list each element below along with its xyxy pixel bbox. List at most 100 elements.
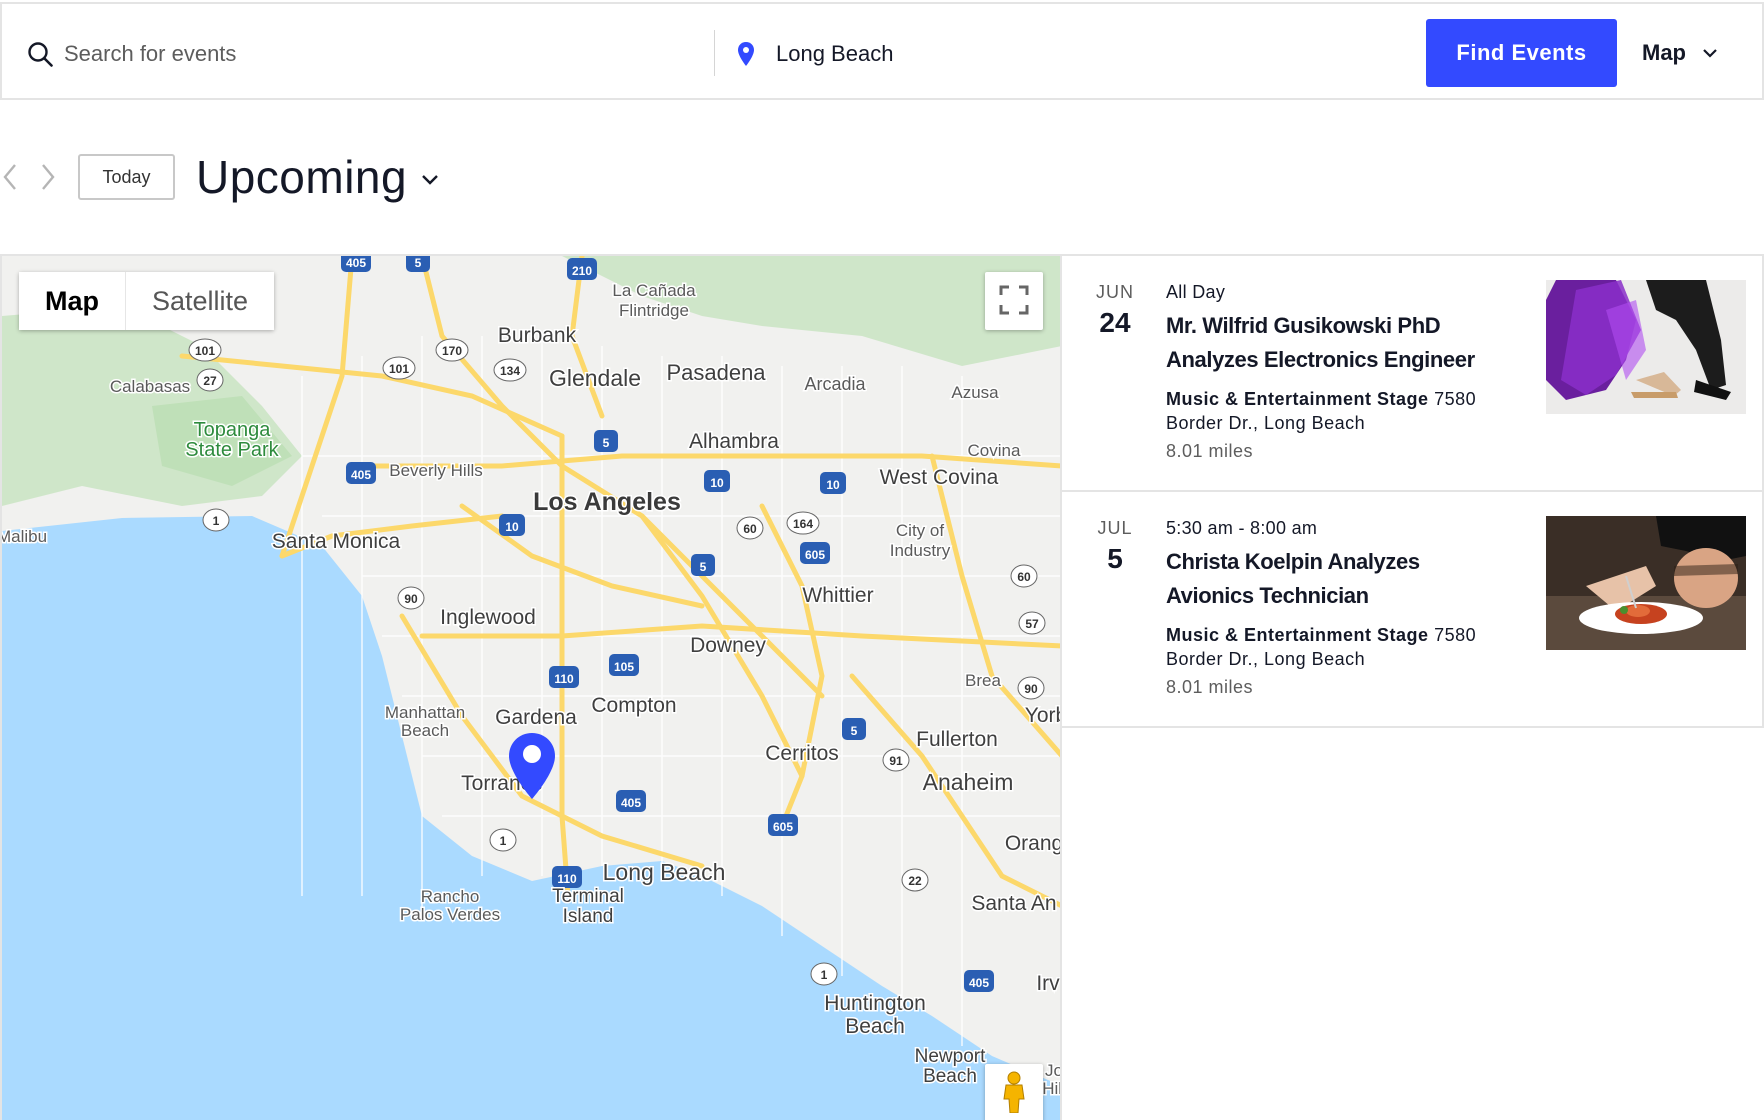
map-shield: 22 <box>908 874 922 888</box>
event-month: JUL <box>1097 518 1133 538</box>
search-icon <box>28 42 53 67</box>
map-canvas[interactable]: 405 5 210 170 101 134 101 27 5 405 10 10… <box>2 256 1060 1120</box>
map-shield: 10 <box>710 476 724 490</box>
map-label: La Cañada <box>612 281 696 300</box>
view-select[interactable]: Map <box>1642 30 1718 76</box>
map-label: Los Angeles <box>533 488 681 516</box>
map-shield: 90 <box>404 592 418 606</box>
event-title-link[interactable]: Mr. Wilfrid Gusikowski PhD Analyzes Elec… <box>1166 309 1506 377</box>
map-shield: 210 <box>572 264 592 278</box>
map-label: Arcadia <box>804 374 866 394</box>
map-label: Fullerton <box>916 728 998 751</box>
map-shield: 405 <box>346 256 366 270</box>
event-day: 5 <box>1107 543 1123 574</box>
map-shield: 105 <box>614 660 634 674</box>
map-label: Glendale <box>549 365 641 391</box>
search-divider <box>714 30 715 76</box>
event-venue-name: Music & Entertainment Stage <box>1166 389 1429 409</box>
search-input[interactable] <box>64 32 684 76</box>
map-label: Long Beach <box>603 859 726 885</box>
event-date: JUL 5 <box>1090 518 1140 575</box>
map-shield: 90 <box>1024 682 1038 696</box>
map-label: Calabasas <box>110 377 190 396</box>
event-time: All Day <box>1166 282 1226 302</box>
map-shield: 170 <box>442 344 462 358</box>
map-label: Downey <box>690 634 766 657</box>
map-shield: 10 <box>826 478 840 492</box>
map-label: Beverly Hills <box>389 461 483 480</box>
map-shield: 60 <box>743 522 757 536</box>
map-type-satellite-button[interactable]: Satellite <box>125 272 275 330</box>
previous-arrow-icon[interactable] <box>2 162 18 192</box>
map-label: Alhambra <box>689 430 779 453</box>
map-label: Palos Verdes <box>400 905 500 924</box>
map-label: Inglewood <box>440 606 536 629</box>
event-thumbnail[interactable] <box>1546 516 1746 650</box>
map-shield: 405 <box>621 796 641 810</box>
event-details: All Day Mr. Wilfrid Gusikowski PhD Analy… <box>1166 282 1506 462</box>
map-label: Jo <box>1045 1061 1060 1080</box>
chevron-down-icon <box>422 175 438 185</box>
search-bar: Find Events Map <box>0 2 1764 100</box>
street-view-button[interactable] <box>985 1064 1043 1120</box>
map-shield: 5 <box>851 724 858 738</box>
map-label: Topanga <box>194 419 272 441</box>
map-shield: 605 <box>805 548 825 562</box>
map-label: Anaheim <box>923 769 1014 795</box>
map-marker-icon[interactable] <box>507 731 557 801</box>
event-card[interactable]: JUN 24 All Day Mr. Wilfrid Gusikowski Ph… <box>1062 256 1764 492</box>
today-button[interactable]: Today <box>78 154 175 200</box>
map-shield: 10 <box>505 520 519 534</box>
map-label: Azusa <box>951 383 999 402</box>
map-shield: 110 <box>554 672 574 686</box>
map-shield: 134 <box>500 364 520 378</box>
view-select-label: Map <box>1642 40 1686 65</box>
event-venue: Music & Entertainment Stage 7580 Border … <box>1166 387 1506 435</box>
map-label: Santa An <box>971 892 1056 915</box>
map-label: Huntington <box>824 992 926 1015</box>
event-day: 24 <box>1099 307 1131 338</box>
map[interactable]: 405 5 210 170 101 134 101 27 5 405 10 10… <box>0 254 1060 1120</box>
event-time: 5:30 am - 8:00 am <box>1166 518 1318 538</box>
map-label: Beach <box>923 1066 977 1087</box>
pegman-icon <box>1003 1071 1025 1113</box>
map-shield: 5 <box>700 560 707 574</box>
map-label: Gardena <box>495 706 577 729</box>
date-range-label: Upcoming <box>196 151 408 203</box>
map-shield: 101 <box>195 344 215 358</box>
map-label: Island <box>563 906 614 927</box>
event-distance: 8.01 miles <box>1166 441 1254 461</box>
fullscreen-icon <box>999 285 1029 314</box>
map-label: Terminal <box>552 886 624 907</box>
location-input[interactable] <box>776 32 1376 76</box>
event-distance: 8.01 miles <box>1166 677 1254 697</box>
map-label: Rancho <box>421 887 480 906</box>
map-shield: 1 <box>213 514 220 528</box>
map-shield: 101 <box>389 362 409 376</box>
map-label: Covina <box>968 441 1021 460</box>
map-label: West Covina <box>880 466 999 489</box>
fullscreen-button[interactable] <box>985 272 1043 330</box>
event-details: 5:30 am - 8:00 am Christa Koelpin Analyz… <box>1166 518 1506 698</box>
map-label: Hill <box>1042 1079 1060 1098</box>
events-list: JUN 24 All Day Mr. Wilfrid Gusikowski Ph… <box>1060 254 1764 1120</box>
location-pin-icon <box>738 42 754 66</box>
event-thumbnail[interactable] <box>1546 280 1746 414</box>
map-label: Whittier <box>802 584 873 607</box>
map-label: Newport <box>915 1046 986 1067</box>
map-label: Malibu <box>2 527 47 546</box>
date-range-select[interactable]: Upcoming <box>196 150 439 204</box>
map-label: Cerritos <box>765 742 839 765</box>
map-shield: 1 <box>500 834 507 848</box>
find-events-button[interactable]: Find Events <box>1426 19 1617 87</box>
map-label: Flintridge <box>619 301 689 320</box>
map-type-map-button[interactable]: Map <box>19 272 125 330</box>
map-label: Brea <box>965 671 1001 690</box>
event-card[interactable]: JUL 5 5:30 am - 8:00 am Christa Koelpin … <box>1062 492 1764 728</box>
next-arrow-icon[interactable] <box>40 162 56 192</box>
map-shield: 5 <box>603 436 610 450</box>
event-title-link[interactable]: Christa Koelpin Analyzes Avionics Techni… <box>1166 545 1506 613</box>
map-shield: 91 <box>889 754 903 768</box>
map-label: Industry <box>890 541 951 560</box>
event-month: JUN <box>1096 282 1134 302</box>
